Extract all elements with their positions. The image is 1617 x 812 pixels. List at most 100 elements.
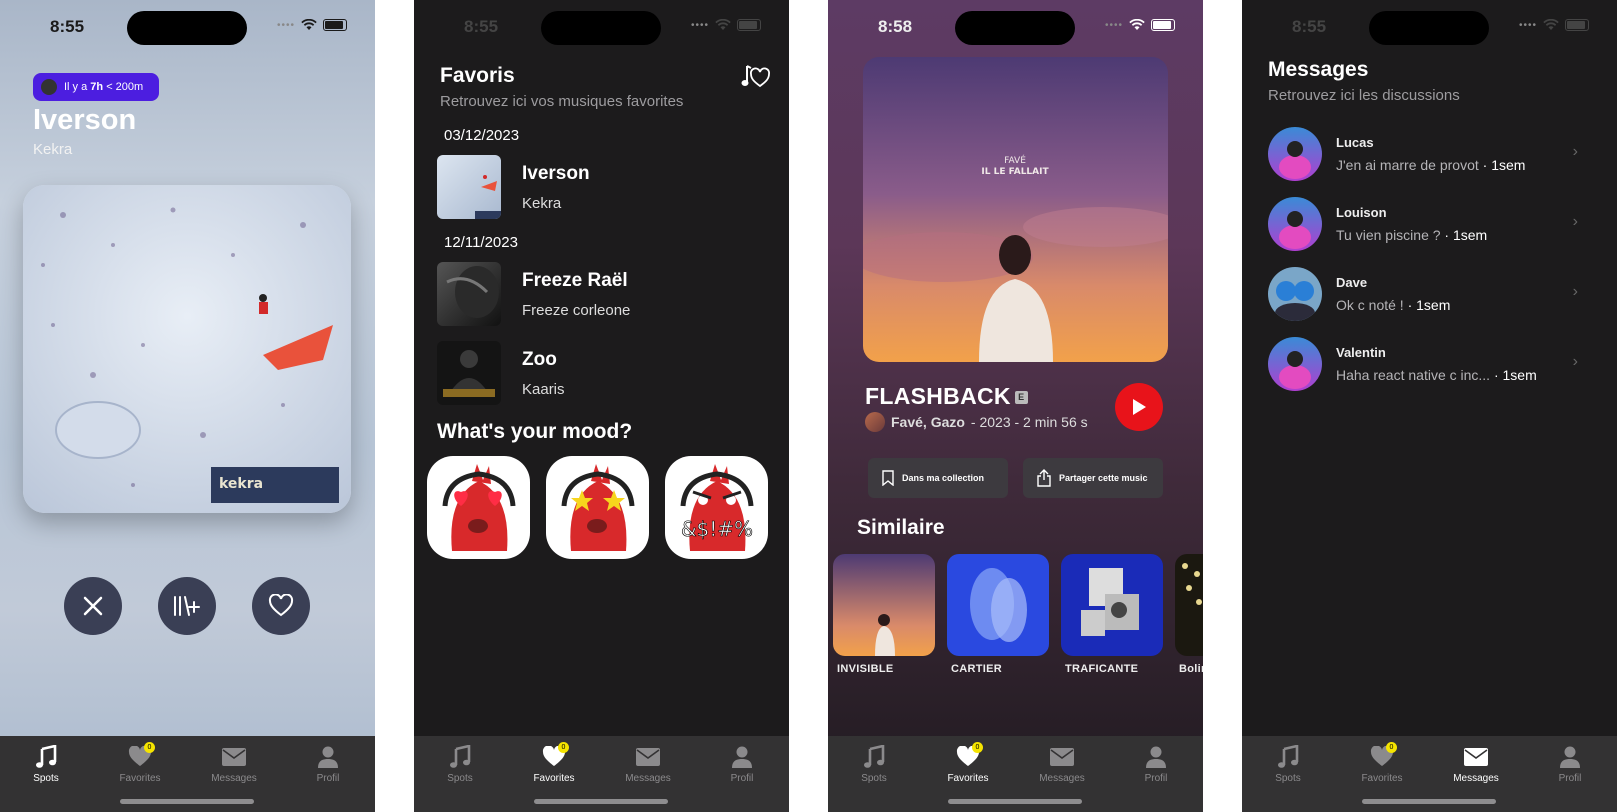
- status-icons: ••••: [1519, 19, 1589, 31]
- conversation-row[interactable]: Louison Tu vien piscine ? · 1sem ›: [1268, 197, 1588, 253]
- music-note-icon: [864, 745, 885, 768]
- signal-icon: ••••: [1518, 19, 1537, 31]
- tab-messages[interactable]: Messages: [1436, 744, 1516, 784]
- spot-time-distance-badge: Il y a 7h < 200m: [33, 73, 160, 101]
- tab-label: Spots: [447, 773, 473, 784]
- dynamic-island: [1369, 11, 1489, 45]
- status-bar: 8:55 ••••: [1242, 0, 1617, 54]
- contact-name: Dave: [1336, 275, 1368, 290]
- tab-favorites[interactable]: 0 Favorites: [1342, 742, 1422, 784]
- page-subtitle: Retrouvez ici les discussions: [1268, 87, 1460, 104]
- tab-label: Messages: [1039, 773, 1085, 784]
- track-title: FLASHBACK E: [865, 383, 1028, 410]
- button-label: Dans ma collection: [902, 473, 985, 483]
- music-heart-icon[interactable]: [740, 62, 770, 90]
- message-preview: Ok c noté ! · 1sem: [1336, 297, 1451, 313]
- signal-icon: ••••: [690, 19, 709, 31]
- add-to-playlist-button[interactable]: [158, 577, 216, 635]
- share-button[interactable]: Partager cette music: [1023, 458, 1163, 498]
- battery-icon: [323, 19, 347, 31]
- envelope-icon: [1050, 748, 1074, 766]
- tab-bar: Spots 0 Favorites Messages Profil: [414, 736, 789, 812]
- button-label: Partager cette music: [1059, 473, 1148, 483]
- similar-track-title: TRAFICANTE: [1065, 663, 1139, 675]
- tab-label: Favorites: [119, 773, 161, 784]
- bookmark-icon: [882, 470, 894, 486]
- avatar: [41, 79, 57, 95]
- tab-profil[interactable]: Profil: [1530, 744, 1610, 784]
- favorites-badge: 0: [972, 742, 983, 753]
- album-thumbnail: [1061, 554, 1163, 656]
- album-thumbnail: [833, 554, 935, 656]
- mood-love-option[interactable]: [427, 456, 530, 559]
- tab-label: Messages: [211, 773, 257, 784]
- avatar: [1268, 197, 1322, 251]
- tab-bar: Spots 0 Favorites Messages Profil: [1242, 736, 1617, 812]
- home-indicator: [120, 799, 254, 804]
- status-time: 8:55: [464, 17, 499, 36]
- tab-messages[interactable]: Messages: [608, 744, 688, 784]
- tab-profil[interactable]: Profil: [702, 744, 782, 784]
- tab-favorites[interactable]: 0 Favorites: [928, 742, 1008, 784]
- battery-icon: [1151, 19, 1175, 31]
- favorites-badge: 0: [558, 742, 569, 753]
- person-icon: [1560, 746, 1580, 768]
- dynamic-island: [955, 11, 1075, 45]
- heart-icon: [268, 594, 294, 617]
- album-cover[interactable]: kekra: [23, 185, 351, 513]
- conversation-row[interactable]: Valentin Haha react native c inc... · 1s…: [1268, 337, 1588, 393]
- similar-track-card[interactable]: INVISIBLE: [833, 554, 935, 675]
- mood-section-title: What's your mood?: [437, 420, 633, 443]
- mood-angry-option[interactable]: &$!#%: [665, 456, 768, 559]
- track-artist: Freeze corleone: [522, 302, 631, 319]
- mood-star-eyes-option[interactable]: [546, 456, 649, 559]
- dynamic-island: [127, 11, 247, 45]
- play-button[interactable]: [1115, 383, 1163, 431]
- track-detail-screen: 8:58 •••• FAVÉ IL LE FALLAIT FLASHBACK E…: [828, 0, 1203, 812]
- tab-label: Spots: [1275, 773, 1301, 784]
- list-item[interactable]: Iverson Kekra: [437, 155, 767, 221]
- tab-profil[interactable]: Profil: [1116, 744, 1196, 784]
- track-artist: Kaaris: [522, 381, 565, 398]
- message-preview: Tu vien piscine ? · 1sem: [1336, 227, 1488, 243]
- mood-symbols-text: &$!#%: [681, 517, 753, 541]
- tab-spots[interactable]: Spots: [1248, 744, 1328, 784]
- status-bar: 8:58 ••••: [828, 0, 1203, 54]
- tab-favorites[interactable]: 0 Favorites: [100, 742, 180, 784]
- like-button[interactable]: [252, 577, 310, 635]
- conversation-row[interactable]: Lucas J'en ai marre de provot · 1sem ›: [1268, 127, 1588, 183]
- tab-label: Profil: [1144, 773, 1168, 784]
- date-header: 12/11/2023: [444, 234, 518, 251]
- tab-spots[interactable]: Spots: [834, 744, 914, 784]
- conversation-row[interactable]: Dave Ok c noté ! · 1sem ›: [1268, 267, 1588, 323]
- signal-icon: ••••: [1104, 19, 1123, 31]
- track-meta: Favé, Gazo - 2023 - 2 min 56 s: [865, 412, 1088, 432]
- album-thumbnail: [437, 155, 501, 219]
- tab-spots[interactable]: Spots: [420, 744, 500, 784]
- dislike-button[interactable]: [64, 577, 122, 635]
- tab-profil[interactable]: Profil: [288, 744, 368, 784]
- play-icon: [1133, 399, 1146, 415]
- chevron-right-icon: ›: [1572, 213, 1578, 230]
- add-to-collection-button[interactable]: Dans ma collection: [868, 458, 1008, 498]
- tab-spots[interactable]: Spots: [6, 744, 86, 784]
- messages-screen: 8:55 •••• Messages Retrouvez ici les dis…: [1242, 0, 1617, 812]
- wifi-icon: [1129, 19, 1145, 30]
- tab-messages[interactable]: Messages: [194, 744, 274, 784]
- spots-screen: 8:55 •••• Il y a 7h < 200m Iverson Kekra: [0, 0, 375, 812]
- tab-label: Profil: [730, 773, 754, 784]
- dynamic-island: [541, 11, 661, 45]
- music-note-icon: [36, 745, 57, 768]
- close-icon: [83, 596, 103, 616]
- tab-favorites[interactable]: 0 Favorites: [514, 742, 594, 784]
- tab-label: Favorites: [533, 773, 575, 784]
- list-item[interactable]: Freeze Raël Freeze corleone: [437, 262, 767, 328]
- favorites-screen: 8:55 •••• Favoris Retrouvez ici vos musi…: [414, 0, 789, 812]
- similar-track-card[interactable]: Bolin: [1175, 554, 1203, 675]
- track-title: Freeze Raël: [522, 270, 628, 291]
- tab-messages[interactable]: Messages: [1022, 744, 1102, 784]
- similar-track-card[interactable]: TRAFICANTE: [1061, 554, 1163, 675]
- list-item[interactable]: Zoo Kaaris: [437, 341, 767, 407]
- similar-track-card[interactable]: CARTIER: [947, 554, 1049, 675]
- page-title: Messages: [1268, 58, 1369, 81]
